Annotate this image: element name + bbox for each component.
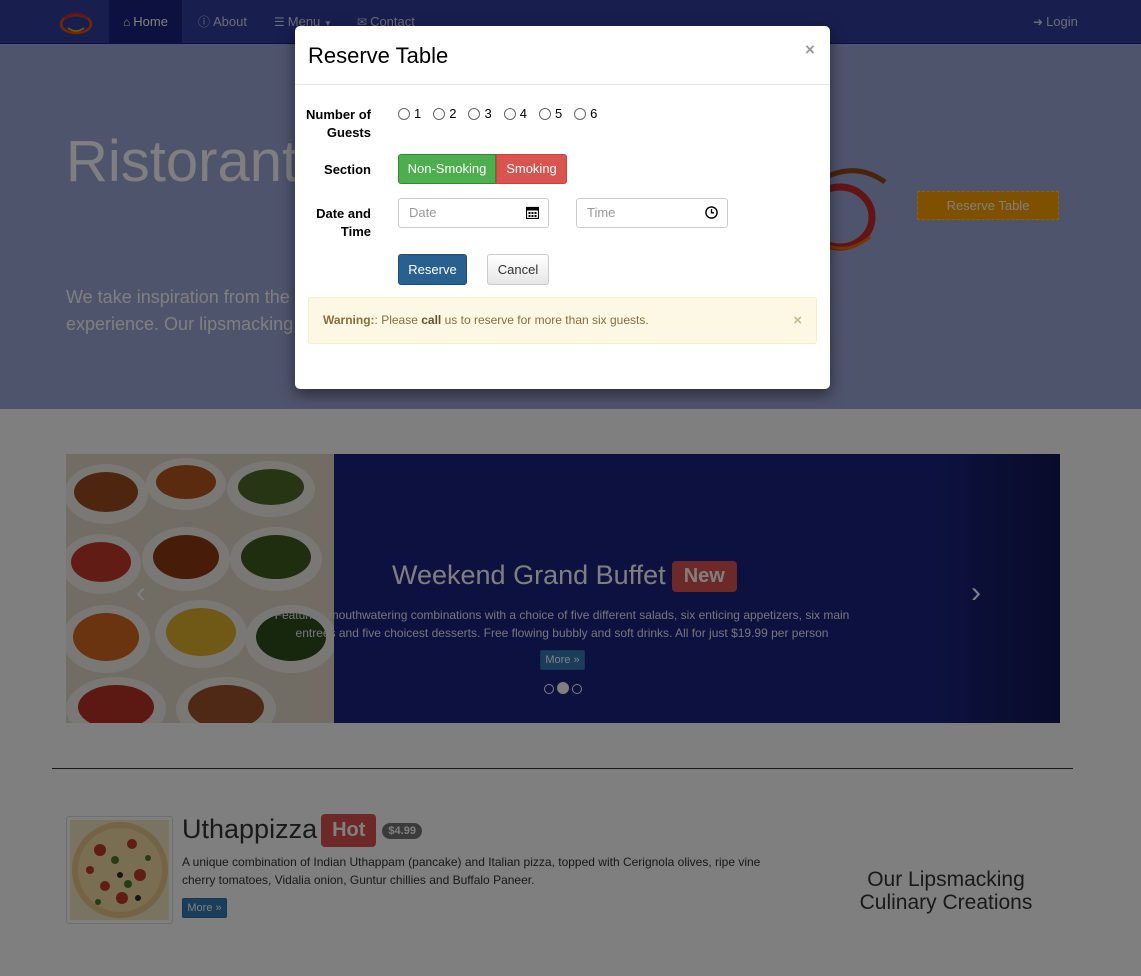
guest-option-label: 1: [414, 106, 422, 121]
guest-radio-2[interactable]: 2: [433, 106, 456, 121]
radio-circle-icon: [433, 108, 446, 120]
guest-option-label: 4: [519, 106, 527, 121]
guest-radio-4[interactable]: 4: [503, 106, 527, 121]
date-placeholder: Date: [409, 205, 437, 220]
section-label: Section: [324, 162, 371, 177]
smoking-button[interactable]: Smoking: [496, 154, 567, 184]
reserve-modal: Reserve Table × Number of Guests 123456 …: [295, 26, 830, 389]
alert-call: call: [421, 313, 442, 327]
close-icon[interactable]: ×: [805, 40, 815, 60]
time-input[interactable]: Time: [576, 198, 728, 228]
alert-text-before: : Please: [374, 313, 422, 327]
radio-circle-icon: [574, 108, 587, 120]
guest-option-label: 3: [484, 106, 492, 121]
radio-circle-icon: [398, 108, 410, 120]
guest-radio-3[interactable]: 3: [468, 106, 492, 121]
guest-radio-6[interactable]: 6: [574, 106, 597, 121]
alert-close-icon[interactable]: ×: [793, 298, 802, 343]
calendar-icon: [526, 206, 539, 219]
radio-circle-icon: [468, 108, 481, 120]
warning-alert: Warning:: Please call us to reserve for …: [308, 297, 817, 344]
reserve-button[interactable]: Reserve: [398, 254, 467, 285]
guest-option-label: 2: [449, 106, 457, 121]
modal-header: Reserve Table ×: [295, 26, 830, 85]
cancel-button[interactable]: Cancel: [487, 254, 549, 285]
guest-radio-5[interactable]: 5: [538, 106, 563, 121]
datetime-label: Date and Time: [316, 206, 371, 239]
non-smoking-button[interactable]: Non-Smoking: [398, 154, 496, 184]
date-input[interactable]: Date: [398, 198, 549, 228]
radio-circle-icon: [503, 108, 516, 120]
guest-option-label: 5: [554, 106, 563, 121]
guests-label: Number of Guests: [306, 107, 371, 140]
modal-title: Reserve Table: [308, 43, 449, 68]
radio-circle-icon: [538, 108, 551, 120]
alert-text-after: us to reserve for more than six guests.: [441, 313, 649, 327]
guest-option-label: 6: [590, 106, 598, 121]
guest-radio-1[interactable]: 1: [398, 106, 421, 121]
clock-icon: [705, 206, 718, 219]
alert-strong: Warning:: [323, 313, 375, 327]
guests-radio-group: 1 2 3 4 5 6: [398, 106, 609, 124]
time-placeholder: Time: [587, 205, 616, 220]
